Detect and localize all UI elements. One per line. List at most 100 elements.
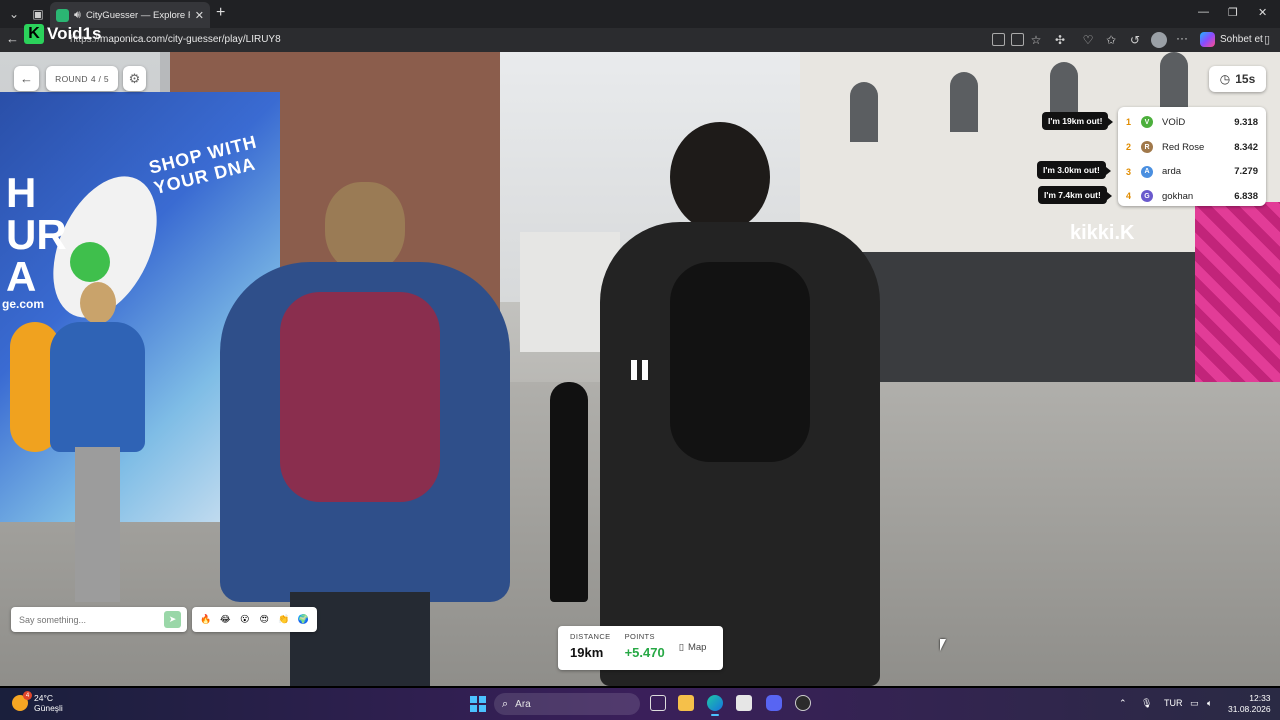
round-indicator: ROUND 4 / 5	[46, 66, 118, 91]
extensions-puzzle-icon[interactable]: ✣	[1050, 30, 1070, 50]
task-view-icon[interactable]	[650, 695, 666, 711]
url-field[interactable]: https://maponica.com/city-guesser/play/L…	[70, 34, 281, 45]
player-guess-bubble: I'm 3.0km out!	[1037, 161, 1111, 179]
input-language[interactable]: TUR	[1164, 698, 1183, 708]
rank: 1	[1126, 117, 1132, 128]
tab-title: CityGuesser — Explore Real C	[85, 9, 190, 21]
hoarding-letters: H UR A	[6, 169, 67, 300]
close-tab-icon[interactable]: ✕	[195, 9, 204, 22]
show-hidden-icons-chevron-icon[interactable]: ⌃	[1119, 698, 1127, 709]
microsoft-store-icon[interactable]	[736, 695, 752, 711]
pedestrian-woman	[40, 282, 150, 602]
weather-widget[interactable]: 4 24°C Güneşli	[12, 691, 63, 713]
copilot-icon[interactable]	[1200, 32, 1215, 47]
search-icon: ⌕	[502, 697, 509, 710]
player-guess-bubble: I'm 7.4km out!	[1038, 186, 1112, 204]
back-arrow-icon[interactable]: ←	[6, 31, 19, 46]
speaker-icon[interactable]: 🔊︎	[74, 9, 81, 22]
profile-avatar[interactable]	[1151, 32, 1167, 48]
edge-browser-icon[interactable]	[707, 695, 723, 716]
browser-tab-bar: ⌄ ▣ 🔊︎ CityGuesser — Explore Real C ✕ + …	[0, 0, 1280, 28]
player-score: 6.838	[1234, 190, 1258, 202]
minimize-icon[interactable]: —	[1198, 6, 1209, 18]
exit-game-button[interactable]: ←	[14, 66, 39, 91]
points-value: +5.470	[624, 645, 665, 660]
logo-text: Void1s	[47, 24, 102, 43]
player-guess-bubble: I'm 19km out!	[1042, 112, 1114, 130]
round-result-panel: DISTANCE 19km POINTS +5.470 ▯ Map	[558, 626, 723, 670]
map-icon: ▯	[678, 642, 684, 653]
map-button[interactable]: ▯ Map	[679, 642, 707, 653]
temperature: 24°C	[34, 693, 53, 703]
favorite-star-icon[interactable]: ☆	[1026, 30, 1046, 50]
pink-patterned-wall	[1195, 202, 1280, 402]
player-name: Red Rose	[1162, 141, 1205, 153]
rank: 4	[1126, 191, 1132, 202]
site-favicon-icon	[56, 8, 69, 22]
chat-box: ➤	[11, 607, 187, 632]
weather-badge: 4	[23, 691, 32, 700]
favorites-list-icon[interactable]: ✩	[1101, 30, 1121, 50]
leaderboard-row: 4 G gokhan 6.838	[1126, 184, 1258, 209]
restore-icon[interactable]: ❐	[1228, 6, 1238, 19]
browser-essentials-icon[interactable]: ♡	[1078, 30, 1098, 50]
player-avatar: G	[1141, 190, 1153, 203]
volume-icon[interactable]: 🔈︎	[1207, 698, 1212, 709]
distance-value: 19km	[570, 645, 604, 660]
workspaces-icon[interactable]: ▣	[28, 4, 48, 24]
chat-input[interactable]	[17, 613, 164, 626]
surprised-emoji-icon[interactable]: 😮	[239, 614, 251, 626]
leaderboard-row: 3 A arda 7.279	[1126, 159, 1258, 184]
globe-emoji-icon[interactable]: 🌍	[297, 614, 309, 626]
points-label: POINTS	[624, 632, 655, 641]
clock-time: 12:33	[1249, 693, 1271, 703]
more-menu-icon[interactable]: ···	[1176, 31, 1188, 45]
logo-mark: K	[24, 24, 44, 44]
clap-emoji-icon[interactable]: 👏	[278, 614, 290, 626]
new-tab-plus-icon[interactable]: +	[216, 4, 225, 22]
player-name: VOİD	[1162, 116, 1186, 128]
player-score: 8.342	[1234, 141, 1258, 153]
emoji-reactions: 🔥 😂 😮 😍 👏 🌍	[192, 607, 317, 632]
round-timer: ◷ 15s	[1209, 66, 1266, 92]
windows-start-icon[interactable]	[470, 696, 486, 712]
sun-icon: 4	[12, 691, 32, 711]
discord-icon[interactable]	[766, 695, 782, 711]
clock-icon: ◷	[1219, 72, 1231, 86]
clock-date: 31.08.2026	[1228, 704, 1271, 714]
system-clock[interactable]: 12:33 31.08.2026	[1228, 693, 1271, 715]
fire-emoji-icon[interactable]: 🔥	[200, 614, 212, 626]
distance-label: DISTANCE	[570, 632, 611, 641]
history-icon[interactable]: ↺	[1125, 30, 1145, 50]
address-bar: ← https://maponica.com/city-guesser/play…	[0, 28, 1280, 52]
network-icon[interactable]: ▭	[1190, 698, 1199, 709]
player-score: 9.318	[1234, 116, 1258, 128]
leaderboard-row: 2 R Red Rose 8.342	[1126, 135, 1258, 160]
obs-icon[interactable]	[795, 695, 811, 711]
hoarding-url: ge.com	[2, 297, 45, 311]
laugh-emoji-icon[interactable]: 😂	[219, 614, 231, 626]
player-avatar: A	[1141, 165, 1153, 178]
leaderboard-row: 1 V VOİD 9.318	[1126, 110, 1258, 135]
taskbar-search[interactable]: ⌕ Ara	[494, 693, 640, 715]
install-app-icon[interactable]	[992, 33, 1005, 46]
file-explorer-icon[interactable]	[678, 695, 694, 711]
pause-icon[interactable]	[631, 360, 648, 380]
player-name: gokhan	[1162, 190, 1194, 202]
tab-actions-chevron-icon[interactable]: ⌄	[4, 4, 24, 24]
send-icon[interactable]: ➤	[164, 611, 181, 628]
microphone-icon[interactable]: 🎙︎	[1141, 698, 1152, 709]
weather-condition: Güneşli	[34, 703, 63, 713]
leaderboard: 1 V VOİD 9.318 2 R Red Rose 8.342 3 A ar…	[1118, 107, 1266, 206]
url-path: maponica.com/city-guesser/play/LIRUY8	[100, 34, 281, 45]
sidebar-toggle-icon[interactable]: ▯	[1264, 33, 1270, 46]
bollard	[550, 382, 588, 602]
rank: 3	[1126, 166, 1132, 177]
player-avatar: R	[1141, 141, 1153, 154]
window-close-icon[interactable]: ✕	[1258, 6, 1267, 19]
distance-stat: DISTANCE 19km	[570, 632, 611, 660]
settings-button[interactable]: ⚙	[123, 66, 146, 91]
heart-eyes-emoji-icon[interactable]: 😍	[258, 614, 270, 626]
reader-view-icon[interactable]	[1011, 33, 1024, 46]
chat-button[interactable]: Sohbet et	[1220, 34, 1263, 45]
